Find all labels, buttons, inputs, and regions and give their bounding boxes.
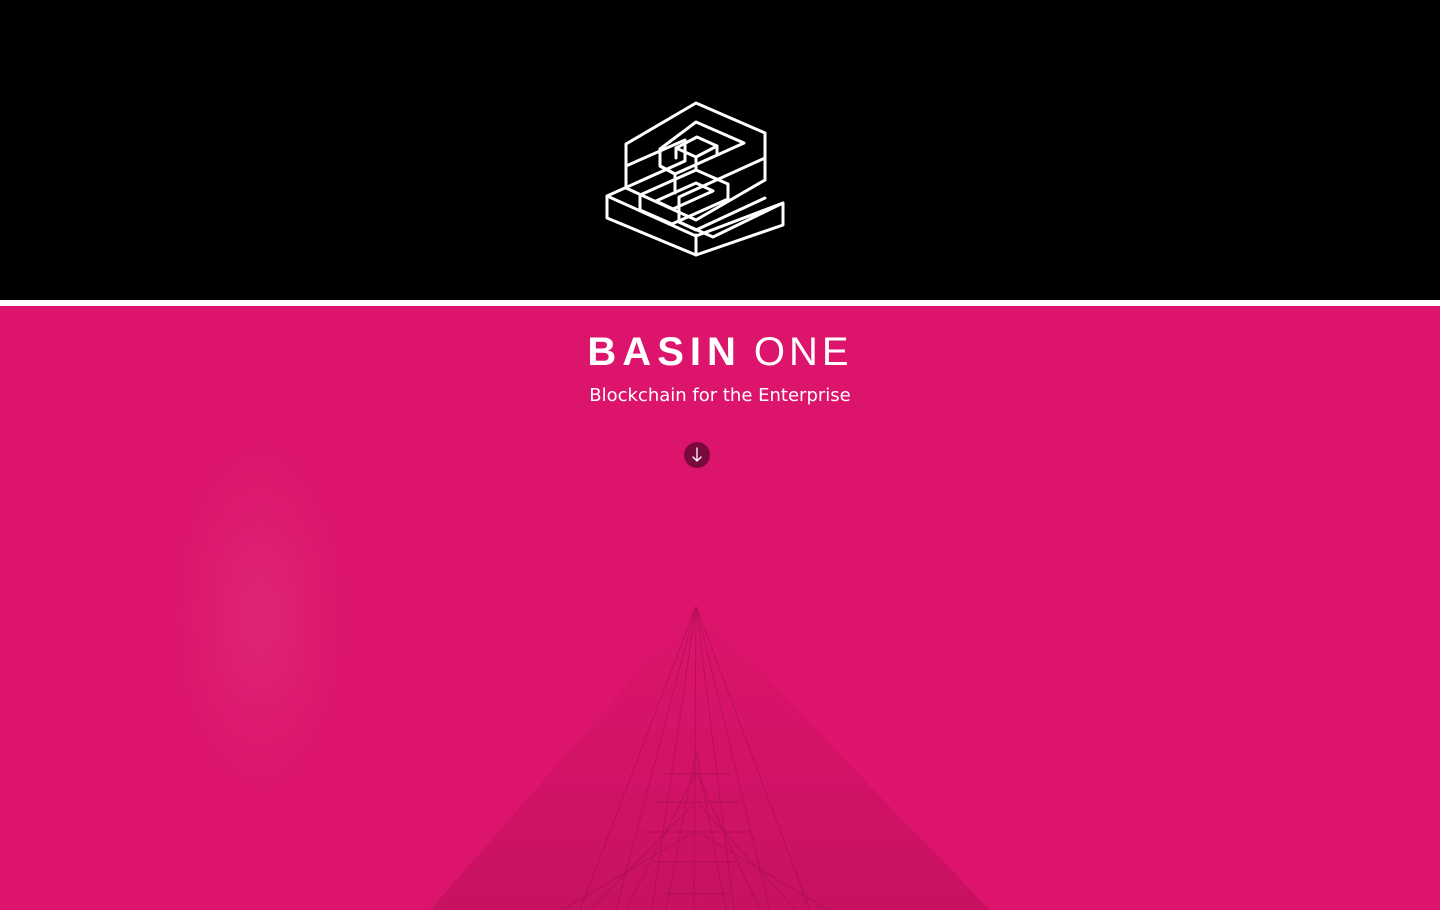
arrow-down-icon bbox=[692, 447, 702, 462]
scroll-down-button[interactable] bbox=[684, 442, 710, 468]
landing-page: BASIN ONE Blockchain for the Enterprise bbox=[0, 0, 1440, 910]
brand-wordmark: BASIN ONE bbox=[0, 328, 1440, 376]
wordmark-primary: BASIN bbox=[587, 330, 742, 374]
logo-header bbox=[0, 0, 1440, 300]
hero-tagline: Blockchain for the Enterprise bbox=[589, 385, 851, 406]
background-haze bbox=[170, 436, 350, 796]
wordmark-secondary: ONE bbox=[753, 330, 853, 374]
basin-one-s-logo-icon bbox=[605, 101, 785, 257]
hero-section: BASIN ONE Blockchain for the Enterprise bbox=[0, 306, 1440, 910]
brand-logo bbox=[602, 100, 788, 260]
building-background-image bbox=[430, 606, 990, 910]
